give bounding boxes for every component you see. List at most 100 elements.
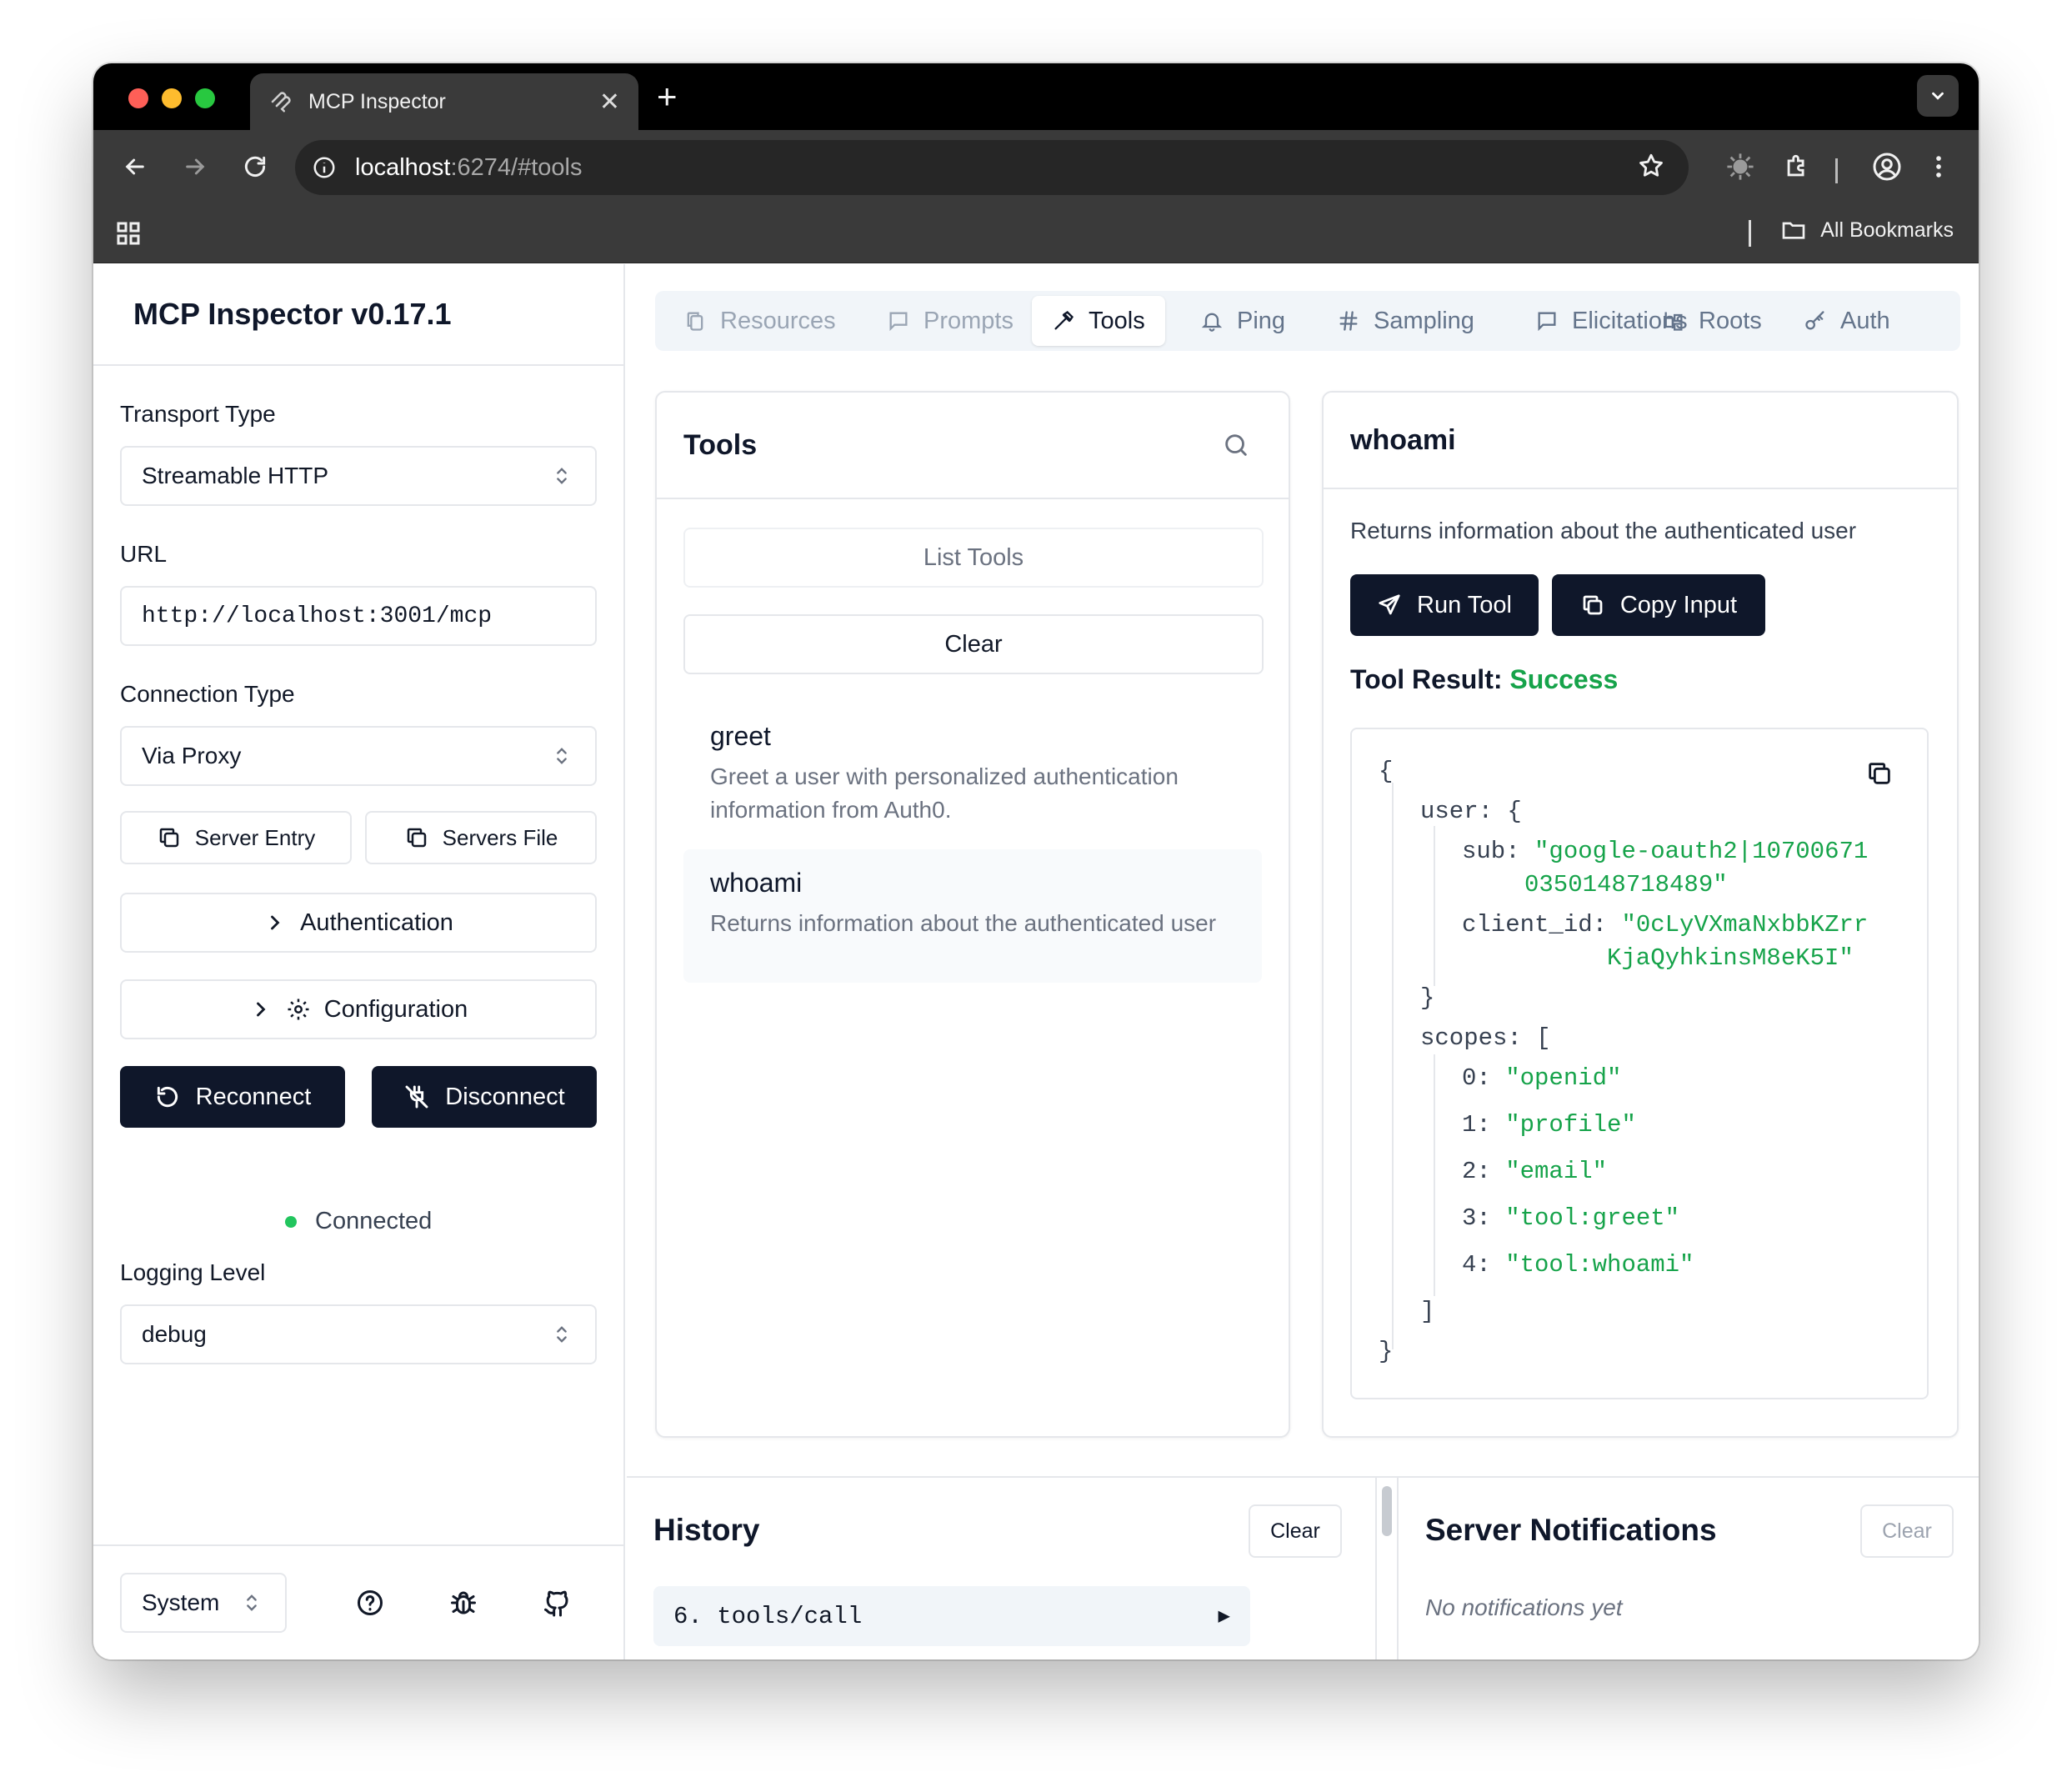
search-icon[interactable] xyxy=(1222,431,1250,467)
app-title: MCP Inspector v0.17.1 xyxy=(133,297,452,331)
history-entry[interactable]: 6. tools/call ▶ xyxy=(653,1586,1250,1646)
tool-description: Greet a user with personalized authentic… xyxy=(710,763,1179,823)
json-bracket: [ xyxy=(1536,1024,1551,1052)
send-icon xyxy=(1379,594,1400,615)
tab-resources[interactable]: Resources xyxy=(663,296,856,346)
tab-sampling[interactable]: Sampling xyxy=(1317,296,1494,346)
tab-ping[interactable]: Ping xyxy=(1180,296,1305,346)
json-string: "tool:whoami" xyxy=(1505,1251,1694,1279)
json-string: "tool:greet" xyxy=(1505,1204,1680,1232)
json-string: "google-oauth2|10700671 xyxy=(1534,838,1869,865)
message-icon xyxy=(889,312,908,332)
transport-type-select[interactable]: Streamable HTTP xyxy=(120,446,597,506)
close-window-button[interactable] xyxy=(128,88,148,108)
hammer-icon xyxy=(1054,310,1074,330)
message-icon xyxy=(1538,312,1556,332)
logging-level-value: debug xyxy=(142,1321,207,1347)
clear-history-button[interactable]: Clear xyxy=(1249,1504,1342,1558)
close-tab-icon[interactable]: ✕ xyxy=(599,88,620,117)
connection-status: Connected xyxy=(285,1208,432,1235)
json-index: 1: xyxy=(1462,1111,1491,1139)
chevrons-up-down-icon xyxy=(550,1323,573,1352)
history-entry-label: 6. tools/call xyxy=(673,1602,863,1630)
copy-input-button[interactable]: Copy Input xyxy=(1552,574,1765,636)
copy-servers-file-button[interactable]: Servers File xyxy=(365,811,597,864)
url-host: localhost xyxy=(355,153,451,181)
authentication-toggle[interactable]: Authentication xyxy=(120,893,597,953)
tab-search-button[interactable] xyxy=(1917,75,1959,117)
gear-icon xyxy=(288,999,309,1020)
help-icon[interactable] xyxy=(353,1586,387,1619)
folder-icon xyxy=(1782,222,1805,239)
transport-type-label: Transport Type xyxy=(120,401,276,427)
panel-resize-handle[interactable] xyxy=(1375,1478,1399,1659)
logging-level-select[interactable]: debug xyxy=(120,1304,597,1364)
theme-value: System xyxy=(142,1589,220,1615)
browser-menu-icon[interactable] xyxy=(1919,147,1959,187)
sidebar-footer: System xyxy=(93,1544,623,1659)
browser-tab[interactable]: MCP Inspector ✕ xyxy=(250,73,638,130)
github-icon[interactable] xyxy=(540,1586,573,1619)
disconnect-label: Disconnect xyxy=(445,1083,565,1110)
theme-select[interactable]: System xyxy=(120,1573,287,1633)
address-bar[interactable]: localhost:6274/#tools xyxy=(295,140,1689,195)
json-bracket: ] xyxy=(1420,1298,1435,1325)
bell-icon xyxy=(1201,313,1223,332)
tab-roots[interactable]: Roots xyxy=(1642,296,1782,346)
expand-arrow-icon[interactable]: ▶ xyxy=(1219,1604,1230,1629)
configuration-toggle[interactable]: Configuration xyxy=(120,979,597,1039)
tool-description: Returns information about the authentica… xyxy=(710,910,1217,936)
url-label: URL xyxy=(120,541,168,567)
copy-result-icon[interactable] xyxy=(1865,759,1894,795)
all-bookmarks-button[interactable]: All Bookmarks xyxy=(1780,217,1954,243)
copy-server-entry-button[interactable]: Server Entry xyxy=(120,811,352,864)
json-string: KjaQyhkinsM8eK5I" xyxy=(1607,944,1854,972)
tools-panel: Tools List Tools Clear greet Greet a use… xyxy=(655,391,1290,1438)
tool-result-status: Success xyxy=(1509,664,1619,694)
maximize-window-button[interactable] xyxy=(195,88,215,108)
list-item[interactable]: whoami Returns information about the aut… xyxy=(683,849,1262,983)
notifications-empty-text: No notifications yet xyxy=(1425,1594,1623,1620)
json-index: 4: xyxy=(1462,1251,1491,1279)
chevrons-up-down-icon xyxy=(550,744,573,773)
hash-icon xyxy=(1339,311,1358,331)
clear-notifications-button[interactable]: Clear xyxy=(1860,1504,1954,1558)
connection-type-select[interactable]: Via Proxy xyxy=(120,726,597,786)
apps-grid-icon[interactable] xyxy=(113,218,143,253)
logging-level-label: Logging Level xyxy=(120,1259,266,1285)
run-tool-button[interactable]: Run Tool xyxy=(1350,574,1539,636)
site-info-icon[interactable] xyxy=(312,155,337,180)
reload-button[interactable] xyxy=(237,148,273,185)
new-tab-button[interactable]: + xyxy=(657,78,678,115)
tab-auth[interactable]: Auth xyxy=(1784,296,1910,346)
json-brace: } xyxy=(1420,984,1435,1012)
connection-type-value: Via Proxy xyxy=(142,743,242,768)
chevron-right-icon xyxy=(271,915,280,930)
tab-label: Roots xyxy=(1699,307,1762,334)
scrollbar-thumb[interactable] xyxy=(1382,1486,1392,1536)
reconnect-button[interactable]: Reconnect xyxy=(120,1066,345,1128)
forward-button[interactable] xyxy=(177,148,213,185)
all-bookmarks-label: All Bookmarks xyxy=(1820,218,1954,242)
tab-prompts[interactable]: Prompts xyxy=(867,296,1033,346)
tab-label: Resources xyxy=(720,307,836,334)
bookmark-star-icon[interactable] xyxy=(1637,152,1665,184)
tab-tools[interactable]: Tools xyxy=(1032,296,1165,346)
clear-tools-button[interactable]: Clear xyxy=(683,614,1264,674)
json-index: 0: xyxy=(1462,1064,1491,1092)
list-tools-button[interactable]: List Tools xyxy=(683,528,1264,588)
url-input[interactable]: http://localhost:3001/mcp xyxy=(120,586,597,646)
back-button[interactable] xyxy=(117,148,153,185)
profile-icon[interactable] xyxy=(1867,147,1907,187)
status-text: Connected xyxy=(315,1208,433,1234)
bug-icon[interactable] xyxy=(447,1586,480,1619)
extensions-puzzle-icon[interactable] xyxy=(1777,147,1817,187)
authentication-label: Authentication xyxy=(300,909,453,936)
json-index: 3: xyxy=(1462,1204,1491,1232)
json-brace: { xyxy=(1507,798,1522,825)
minimize-window-button[interactable] xyxy=(162,88,182,108)
disconnect-button[interactable]: Disconnect xyxy=(372,1066,597,1128)
address-text: localhost:6274/#tools xyxy=(355,154,582,182)
extension-sun-icon[interactable] xyxy=(1720,147,1760,187)
list-item[interactable]: greet Greet a user with personalized aut… xyxy=(683,703,1262,845)
